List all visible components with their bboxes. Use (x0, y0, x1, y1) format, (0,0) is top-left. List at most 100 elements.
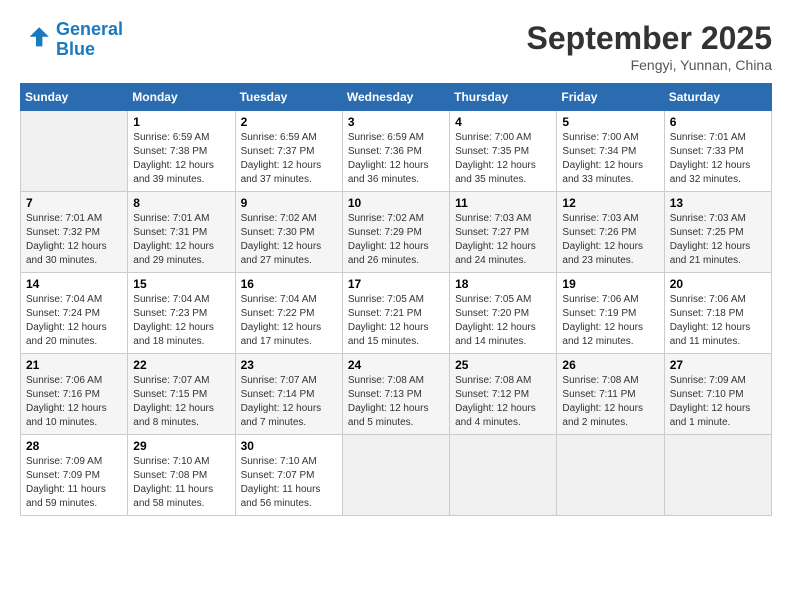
day-number: 4 (455, 115, 551, 129)
calendar-cell: 17 Sunrise: 7:05 AM Sunset: 7:21 PM Dayl… (342, 273, 449, 354)
day-info: Sunrise: 7:03 AM Sunset: 7:25 PM Dayligh… (670, 212, 766, 268)
day-number: 6 (670, 115, 766, 129)
calendar-cell (557, 435, 664, 516)
calendar-cell: 4 Sunrise: 7:00 AM Sunset: 7:35 PM Dayli… (450, 111, 557, 192)
calendar-cell (450, 435, 557, 516)
calendar-cell: 8 Sunrise: 7:01 AM Sunset: 7:31 PM Dayli… (128, 192, 235, 273)
day-info: Sunrise: 7:10 AM Sunset: 7:07 PM Dayligh… (241, 455, 337, 511)
calendar-cell: 25 Sunrise: 7:08 AM Sunset: 7:12 PM Dayl… (450, 354, 557, 435)
day-number: 27 (670, 358, 766, 372)
logo-text: General Blue (56, 20, 123, 60)
day-number: 15 (133, 277, 229, 291)
weekday-header-wednesday: Wednesday (342, 84, 449, 111)
day-number: 7 (26, 196, 122, 210)
calendar-cell: 11 Sunrise: 7:03 AM Sunset: 7:27 PM Dayl… (450, 192, 557, 273)
day-number: 30 (241, 439, 337, 453)
calendar-cell: 18 Sunrise: 7:05 AM Sunset: 7:20 PM Dayl… (450, 273, 557, 354)
calendar-cell: 2 Sunrise: 6:59 AM Sunset: 7:37 PM Dayli… (235, 111, 342, 192)
calendar-cell: 5 Sunrise: 7:00 AM Sunset: 7:34 PM Dayli… (557, 111, 664, 192)
calendar-cell: 12 Sunrise: 7:03 AM Sunset: 7:26 PM Dayl… (557, 192, 664, 273)
day-info: Sunrise: 7:01 AM Sunset: 7:33 PM Dayligh… (670, 131, 766, 187)
calendar-cell: 29 Sunrise: 7:10 AM Sunset: 7:08 PM Dayl… (128, 435, 235, 516)
calendar-cell: 27 Sunrise: 7:09 AM Sunset: 7:10 PM Dayl… (664, 354, 771, 435)
weekday-header-saturday: Saturday (664, 84, 771, 111)
calendar-cell: 9 Sunrise: 7:02 AM Sunset: 7:30 PM Dayli… (235, 192, 342, 273)
day-info: Sunrise: 7:06 AM Sunset: 7:16 PM Dayligh… (26, 374, 122, 430)
calendar-cell: 28 Sunrise: 7:09 AM Sunset: 7:09 PM Dayl… (21, 435, 128, 516)
day-info: Sunrise: 7:06 AM Sunset: 7:19 PM Dayligh… (562, 293, 658, 349)
day-number: 19 (562, 277, 658, 291)
day-number: 8 (133, 196, 229, 210)
day-number: 24 (348, 358, 444, 372)
day-info: Sunrise: 7:07 AM Sunset: 7:14 PM Dayligh… (241, 374, 337, 430)
calendar-cell: 1 Sunrise: 6:59 AM Sunset: 7:38 PM Dayli… (128, 111, 235, 192)
logo: General Blue (20, 20, 123, 60)
day-info: Sunrise: 7:03 AM Sunset: 7:26 PM Dayligh… (562, 212, 658, 268)
calendar-cell: 26 Sunrise: 7:08 AM Sunset: 7:11 PM Dayl… (557, 354, 664, 435)
day-info: Sunrise: 7:05 AM Sunset: 7:21 PM Dayligh… (348, 293, 444, 349)
weekday-header-sunday: Sunday (21, 84, 128, 111)
calendar-cell: 16 Sunrise: 7:04 AM Sunset: 7:22 PM Dayl… (235, 273, 342, 354)
day-number: 2 (241, 115, 337, 129)
calendar-cell: 24 Sunrise: 7:08 AM Sunset: 7:13 PM Dayl… (342, 354, 449, 435)
day-number: 28 (26, 439, 122, 453)
day-number: 3 (348, 115, 444, 129)
calendar-cell: 20 Sunrise: 7:06 AM Sunset: 7:18 PM Dayl… (664, 273, 771, 354)
calendar-cell: 10 Sunrise: 7:02 AM Sunset: 7:29 PM Dayl… (342, 192, 449, 273)
day-info: Sunrise: 7:01 AM Sunset: 7:32 PM Dayligh… (26, 212, 122, 268)
calendar-header: SundayMondayTuesdayWednesdayThursdayFrid… (21, 84, 772, 111)
calendar-cell: 21 Sunrise: 7:06 AM Sunset: 7:16 PM Dayl… (21, 354, 128, 435)
day-info: Sunrise: 7:08 AM Sunset: 7:13 PM Dayligh… (348, 374, 444, 430)
day-number: 21 (26, 358, 122, 372)
day-number: 12 (562, 196, 658, 210)
day-info: Sunrise: 7:10 AM Sunset: 7:08 PM Dayligh… (133, 455, 229, 511)
weekday-header-tuesday: Tuesday (235, 84, 342, 111)
calendar-cell: 3 Sunrise: 6:59 AM Sunset: 7:36 PM Dayli… (342, 111, 449, 192)
calendar-cell: 14 Sunrise: 7:04 AM Sunset: 7:24 PM Dayl… (21, 273, 128, 354)
day-number: 29 (133, 439, 229, 453)
day-number: 23 (241, 358, 337, 372)
day-number: 18 (455, 277, 551, 291)
calendar-cell: 19 Sunrise: 7:06 AM Sunset: 7:19 PM Dayl… (557, 273, 664, 354)
calendar-week-4: 21 Sunrise: 7:06 AM Sunset: 7:16 PM Dayl… (21, 354, 772, 435)
day-info: Sunrise: 7:08 AM Sunset: 7:12 PM Dayligh… (455, 374, 551, 430)
day-info: Sunrise: 6:59 AM Sunset: 7:38 PM Dayligh… (133, 131, 229, 187)
weekday-header-thursday: Thursday (450, 84, 557, 111)
calendar-week-3: 14 Sunrise: 7:04 AM Sunset: 7:24 PM Dayl… (21, 273, 772, 354)
day-number: 26 (562, 358, 658, 372)
day-info: Sunrise: 7:04 AM Sunset: 7:24 PM Dayligh… (26, 293, 122, 349)
logo-line1: General (56, 19, 123, 39)
weekday-header-monday: Monday (128, 84, 235, 111)
month-title: September 2025 (527, 20, 772, 57)
day-number: 5 (562, 115, 658, 129)
day-info: Sunrise: 7:00 AM Sunset: 7:34 PM Dayligh… (562, 131, 658, 187)
calendar-week-1: 1 Sunrise: 6:59 AM Sunset: 7:38 PM Dayli… (21, 111, 772, 192)
calendar-cell: 7 Sunrise: 7:01 AM Sunset: 7:32 PM Dayli… (21, 192, 128, 273)
calendar-week-2: 7 Sunrise: 7:01 AM Sunset: 7:32 PM Dayli… (21, 192, 772, 273)
logo-line2: Blue (56, 40, 123, 60)
title-block: September 2025 Fengyi, Yunnan, China (527, 20, 772, 73)
day-info: Sunrise: 7:02 AM Sunset: 7:29 PM Dayligh… (348, 212, 444, 268)
calendar-cell (664, 435, 771, 516)
day-info: Sunrise: 6:59 AM Sunset: 7:36 PM Dayligh… (348, 131, 444, 187)
calendar-body: 1 Sunrise: 6:59 AM Sunset: 7:38 PM Dayli… (21, 111, 772, 516)
calendar-week-5: 28 Sunrise: 7:09 AM Sunset: 7:09 PM Dayl… (21, 435, 772, 516)
day-info: Sunrise: 7:02 AM Sunset: 7:30 PM Dayligh… (241, 212, 337, 268)
calendar-cell: 23 Sunrise: 7:07 AM Sunset: 7:14 PM Dayl… (235, 354, 342, 435)
day-number: 1 (133, 115, 229, 129)
day-number: 14 (26, 277, 122, 291)
day-number: 10 (348, 196, 444, 210)
day-number: 11 (455, 196, 551, 210)
day-info: Sunrise: 7:06 AM Sunset: 7:18 PM Dayligh… (670, 293, 766, 349)
day-number: 9 (241, 196, 337, 210)
day-info: Sunrise: 7:01 AM Sunset: 7:31 PM Dayligh… (133, 212, 229, 268)
weekday-row: SundayMondayTuesdayWednesdayThursdayFrid… (21, 84, 772, 111)
day-info: Sunrise: 7:03 AM Sunset: 7:27 PM Dayligh… (455, 212, 551, 268)
day-info: Sunrise: 7:00 AM Sunset: 7:35 PM Dayligh… (455, 131, 551, 187)
location: Fengyi, Yunnan, China (527, 57, 772, 73)
day-number: 13 (670, 196, 766, 210)
page-header: General Blue September 2025 Fengyi, Yunn… (20, 20, 772, 73)
logo-icon (20, 24, 52, 56)
calendar-cell (21, 111, 128, 192)
day-info: Sunrise: 7:04 AM Sunset: 7:22 PM Dayligh… (241, 293, 337, 349)
